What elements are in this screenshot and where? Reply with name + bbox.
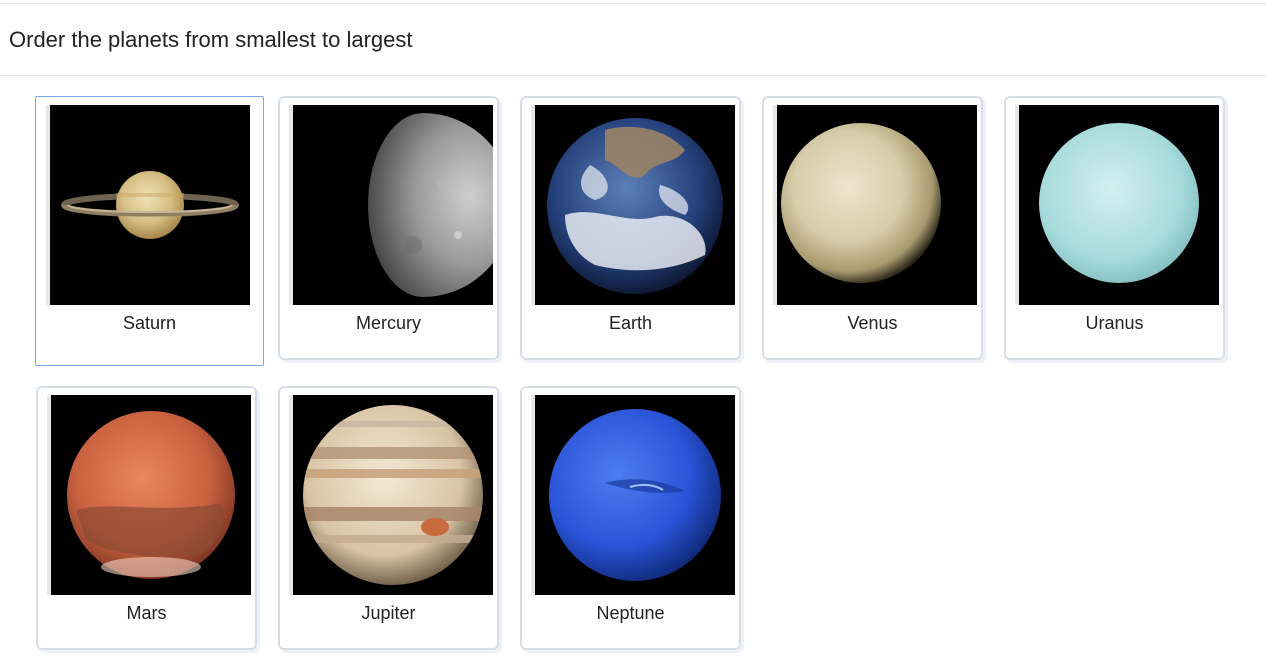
earth-image <box>531 105 735 305</box>
header-divider <box>0 75 1266 76</box>
saturn-image <box>46 105 250 305</box>
top-border <box>0 3 1266 4</box>
planet-card-neptune[interactable]: Neptune <box>520 386 741 650</box>
planet-card-uranus[interactable]: Uranus <box>1004 96 1225 360</box>
venus-image <box>773 105 977 305</box>
card-label: Venus <box>847 313 898 333</box>
uranus-image <box>1015 105 1219 305</box>
planet-card-jupiter[interactable]: Jupiter <box>278 386 499 650</box>
card-label: Earth <box>608 313 653 333</box>
planet-card-saturn[interactable]: Saturn <box>35 96 264 366</box>
mars-image <box>47 395 251 595</box>
planet-card-earth[interactable]: Earth <box>520 96 741 360</box>
card-label: Saturn <box>122 313 177 333</box>
card-label: Uranus <box>1085 313 1144 333</box>
neptune-image <box>531 395 735 595</box>
card-label: Mercury <box>355 313 421 333</box>
question-prompt: Order the planets from smallest to large… <box>9 27 413 52</box>
planet-card-venus[interactable]: Venus <box>762 96 983 360</box>
card-label: Mars <box>126 603 167 623</box>
jupiter-image <box>289 395 493 595</box>
mercury-image <box>289 105 493 305</box>
card-label: Neptune <box>596 603 665 623</box>
planet-card-mercury[interactable]: Mercury <box>278 96 499 360</box>
planet-card-mars[interactable]: Mars <box>36 386 257 650</box>
card-label: Jupiter <box>361 603 416 623</box>
